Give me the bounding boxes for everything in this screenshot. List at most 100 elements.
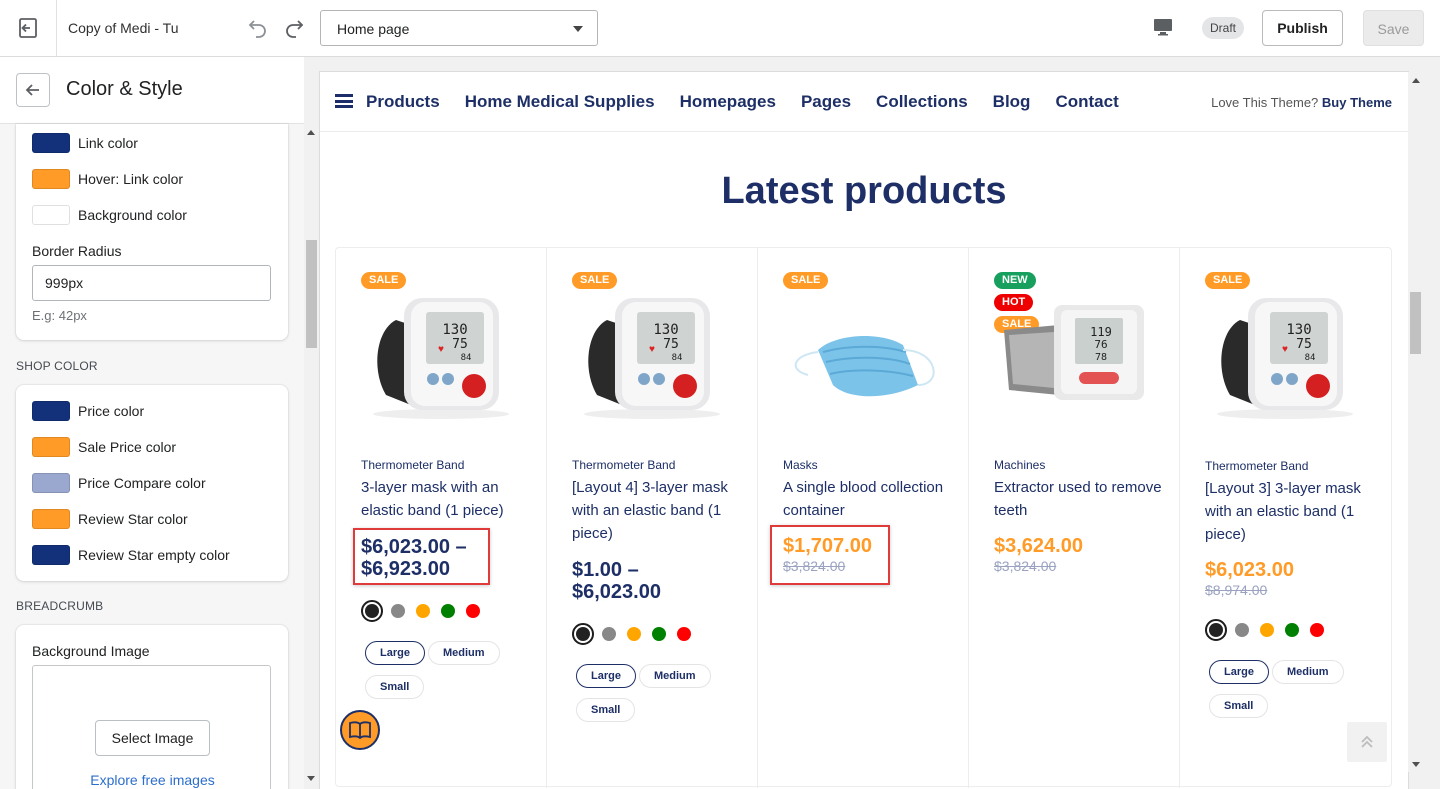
color-swatch-gray[interactable] [1235, 623, 1249, 637]
nav-item-home-medical-supplies[interactable]: Home Medical Supplies [465, 92, 655, 112]
product-name[interactable]: [Layout 4] 3-layer mask with an elastic … [572, 476, 742, 545]
swatch-row[interactable]: Link color [32, 133, 138, 153]
swatch-row[interactable]: Background color [32, 205, 187, 225]
size-option[interactable]: Small [1209, 694, 1269, 718]
color-swatch-green[interactable] [441, 604, 455, 618]
nav-item-collections[interactable]: Collections [876, 92, 968, 112]
size-option[interactable]: Small [365, 675, 425, 699]
product-card[interactable]: SALE 130 75 84 ♥ Thermometer Band [Layout 4… [547, 248, 758, 788]
menu-icon[interactable] [335, 94, 353, 108]
swatch-row[interactable]: Sale Price color [32, 437, 176, 457]
border-radius-help: E.g: 42px [32, 308, 87, 323]
color-swatch-gray[interactable] [602, 627, 616, 641]
color-swatch-red[interactable] [466, 604, 480, 618]
publish-button[interactable]: Publish [1262, 10, 1343, 46]
product-name[interactable]: Extractor used to remove teeth [994, 476, 1164, 522]
save-button[interactable]: Save [1363, 10, 1424, 46]
buy-theme-promo: Love This Theme? Buy Theme [1211, 95, 1392, 110]
review-star-empty-color-swatch[interactable] [32, 545, 70, 565]
book-icon[interactable] [340, 710, 380, 750]
size-option[interactable]: Medium [639, 664, 711, 688]
size-option[interactable]: Large [576, 664, 636, 688]
size-option[interactable]: Large [1209, 660, 1269, 684]
product-category[interactable]: Machines [994, 458, 1045, 472]
nav-item-pages[interactable]: Pages [801, 92, 851, 112]
page-select-value: Home page [337, 21, 410, 37]
border-radius-input[interactable]: 999px [32, 265, 271, 301]
topbar-divider [56, 0, 57, 56]
explore-free-images-link[interactable]: Explore free images [33, 772, 272, 788]
product-card[interactable]: NEW HOT SALE 119 76 78 Machines Extractor … [969, 248, 1180, 788]
product-category[interactable]: Thermometer Band [572, 458, 675, 472]
product-name[interactable]: A single blood collection container [783, 476, 953, 522]
blood-pressure-monitor-image[interactable]: 130 75 84 ♥ [1200, 290, 1375, 420]
breadcrumb-card: Background Image Select Image Explore fr… [16, 625, 288, 789]
face-mask-image[interactable] [778, 290, 953, 420]
scroll-up-arrow-icon[interactable] [307, 130, 315, 135]
color-swatch-black[interactable] [1205, 619, 1227, 641]
back-to-top-button[interactable] [1347, 722, 1387, 762]
product-category[interactable]: Thermometer Band [361, 458, 464, 472]
svg-text:76: 76 [1094, 338, 1107, 351]
product-category[interactable]: Thermometer Band [1205, 459, 1308, 473]
nav-item-homepages[interactable]: Homepages [680, 92, 776, 112]
swatch-row[interactable]: Price color [32, 401, 144, 421]
size-option[interactable]: Medium [428, 641, 500, 665]
scroll-down-arrow-icon[interactable] [1412, 762, 1420, 767]
scroll-up-arrow-icon[interactable] [1412, 78, 1420, 83]
desktop-preview-icon[interactable] [1152, 16, 1176, 40]
undo-icon[interactable] [246, 16, 270, 40]
nav-item-contact[interactable]: Contact [1055, 92, 1118, 112]
sidebar-scrollbar[interactable] [304, 57, 319, 789]
color-swatch-orange[interactable] [1260, 623, 1274, 637]
link-color-swatch[interactable] [32, 133, 70, 153]
size-option[interactable]: Medium [1272, 660, 1344, 684]
scroll-down-arrow-icon[interactable] [307, 776, 315, 781]
blood-pressure-monitor-image[interactable]: 130 75 84 ♥ [356, 290, 531, 420]
color-swatch-orange[interactable] [416, 604, 430, 618]
color-swatch-green[interactable] [1285, 623, 1299, 637]
color-swatch-orange[interactable] [627, 627, 641, 641]
swatch-row[interactable]: Review Star empty color [32, 545, 230, 565]
preview-scrollbar[interactable] [1408, 72, 1423, 772]
price-compare-color-swatch[interactable] [32, 473, 70, 493]
product-category[interactable]: Masks [783, 458, 818, 472]
price-line-1: $1.00 – [572, 559, 639, 581]
product-name[interactable]: [Layout 3] 3-layer mask with an elastic … [1205, 477, 1375, 546]
color-swatch-black[interactable] [572, 623, 594, 645]
color-swatch-red[interactable] [677, 627, 691, 641]
color-swatch-gray[interactable] [391, 604, 405, 618]
background-color-swatch[interactable] [32, 205, 70, 225]
compare-price: $8,974.00 [1205, 582, 1268, 598]
swatch-row[interactable]: Review Star color [32, 509, 188, 529]
shop-color-card: Price color Sale Price color Price Compa… [16, 385, 288, 581]
back-button[interactable] [16, 73, 50, 107]
sale-price-color-swatch[interactable] [32, 437, 70, 457]
preview-scroll-thumb[interactable] [1410, 292, 1421, 354]
nav-item-products[interactable]: Products [366, 92, 440, 112]
page-select[interactable]: Home page [320, 10, 598, 46]
hover-link-color-swatch[interactable] [32, 169, 70, 189]
price-color-swatch[interactable] [32, 401, 70, 421]
swatch-row[interactable]: Hover: Link color [32, 169, 183, 189]
color-swatch-green[interactable] [652, 627, 666, 641]
review-star-color-swatch[interactable] [32, 509, 70, 529]
color-swatch-red[interactable] [1310, 623, 1324, 637]
select-image-button[interactable]: Select Image [95, 720, 210, 756]
blood-pressure-machine-image[interactable]: 119 76 78 [989, 290, 1164, 420]
product-card[interactable]: SALE 130 75 84 ♥ Thermometer Band [Layout 3… [1180, 248, 1391, 788]
svg-text:♥: ♥ [438, 344, 444, 355]
product-card[interactable]: SALE Masks A single blood collection con… [758, 248, 969, 788]
buy-theme-link[interactable]: Buy Theme [1322, 95, 1392, 110]
product-name[interactable]: 3-layer mask with an elastic band (1 pie… [361, 476, 531, 522]
swatch-row[interactable]: Price Compare color [32, 473, 206, 493]
exit-editor-icon[interactable] [16, 16, 40, 40]
nav-item-blog[interactable]: Blog [993, 92, 1031, 112]
product-card[interactable]: SALE 130 75 84 ♥ Thermometer Band 3-layer m… [336, 248, 547, 788]
size-option[interactable]: Large [365, 641, 425, 665]
size-option[interactable]: Small [576, 698, 636, 722]
sidebar-scroll-thumb[interactable] [306, 240, 317, 348]
blood-pressure-monitor-image[interactable]: 130 75 84 ♥ [567, 290, 742, 420]
redo-icon[interactable] [282, 16, 306, 40]
color-swatch-black[interactable] [361, 600, 383, 622]
